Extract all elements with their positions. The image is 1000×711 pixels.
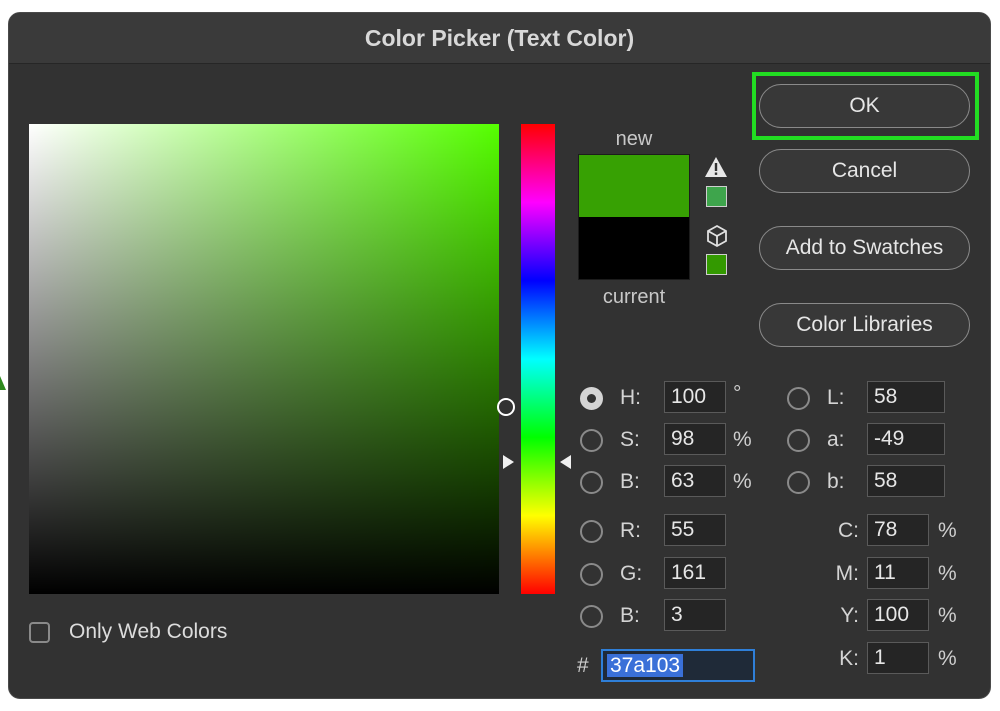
hex-input[interactable]: 37a103 (601, 649, 755, 682)
color-preview (578, 154, 690, 280)
hue-input[interactable]: 100 (664, 381, 726, 413)
hue-slider-right-handle[interactable] (560, 455, 571, 469)
web-safe-swatch[interactable] (706, 254, 727, 275)
lightness-input[interactable]: 58 (867, 381, 945, 413)
cyan-label: C: (838, 519, 859, 542)
hex-prefix: # (577, 654, 589, 677)
saturation-unit: % (733, 428, 752, 451)
blue-label: B: (620, 604, 640, 627)
red-label: R: (620, 519, 641, 542)
color-field[interactable] (29, 124, 515, 594)
blue-input[interactable]: 3 (664, 599, 726, 631)
magenta-unit: % (938, 562, 957, 585)
brightness-input[interactable]: 63 (664, 465, 726, 497)
title-bar: Color Picker (Text Color) (9, 13, 990, 64)
cyan-input[interactable]: 78 (867, 514, 929, 546)
lab-a-label: a: (827, 428, 845, 451)
radio-lightness[interactable] (787, 387, 810, 410)
radio-red[interactable] (580, 520, 603, 543)
radio-hue[interactable] (580, 387, 603, 410)
radio-blue[interactable] (580, 605, 603, 628)
hue-slider[interactable] (521, 124, 555, 594)
green-input[interactable]: 161 (664, 557, 726, 589)
black-unit: % (938, 647, 957, 670)
saturation-label: S: (620, 428, 640, 451)
radio-saturation[interactable] (580, 429, 603, 452)
hue-unit: ° (733, 382, 742, 405)
radio-green[interactable] (580, 563, 603, 586)
edge-mark (0, 376, 6, 390)
lightness-label: L: (827, 386, 845, 409)
color-libraries-button[interactable]: Color Libraries (759, 303, 970, 347)
warning-triangle-icon[interactable] (704, 156, 728, 178)
new-color-label: new (615, 128, 653, 150)
radio-lab-b[interactable] (787, 471, 810, 494)
brightness-label: B: (620, 470, 640, 493)
hex-value[interactable]: 37a103 (607, 654, 684, 677)
yellow-input[interactable]: 100 (867, 599, 929, 631)
yellow-label: Y: (840, 604, 859, 627)
lab-b-input[interactable]: 58 (867, 465, 945, 497)
yellow-unit: % (938, 604, 957, 627)
radio-brightness[interactable] (580, 471, 603, 494)
black-input[interactable]: 1 (867, 642, 929, 674)
hue-label: H: (620, 386, 641, 409)
magenta-label: M: (835, 562, 859, 585)
color-field-cursor[interactable] (497, 398, 515, 416)
saturation-input[interactable]: 98 (664, 423, 726, 455)
lab-a-input[interactable]: -49 (867, 423, 945, 455)
lab-b-label: b: (827, 470, 845, 493)
green-label: G: (620, 562, 643, 585)
only-web-colors-label[interactable]: Only Web Colors (69, 620, 227, 644)
color-picker-dialog: Color Picker (Text Color) new current OK… (8, 12, 991, 699)
black-label: K: (839, 647, 859, 670)
cube-icon[interactable] (705, 224, 729, 248)
hue-slider-left-handle[interactable] (503, 455, 514, 469)
radio-lab-a[interactable] (787, 429, 810, 452)
gamut-correct-swatch[interactable] (706, 186, 727, 207)
current-color-swatch[interactable] (579, 217, 689, 279)
add-to-swatches-button[interactable]: Add to Swatches (759, 226, 970, 270)
magenta-input[interactable]: 11 (867, 557, 929, 589)
red-input[interactable]: 55 (664, 514, 726, 546)
new-color-swatch (579, 155, 689, 217)
cancel-button[interactable]: Cancel (759, 149, 970, 193)
dialog-title: Color Picker (Text Color) (364, 25, 635, 51)
cyan-unit: % (938, 519, 957, 542)
current-color-label: current (602, 286, 666, 308)
only-web-colors-checkbox[interactable] (29, 622, 50, 643)
brightness-unit: % (733, 470, 752, 493)
ok-button[interactable]: OK (759, 84, 970, 128)
